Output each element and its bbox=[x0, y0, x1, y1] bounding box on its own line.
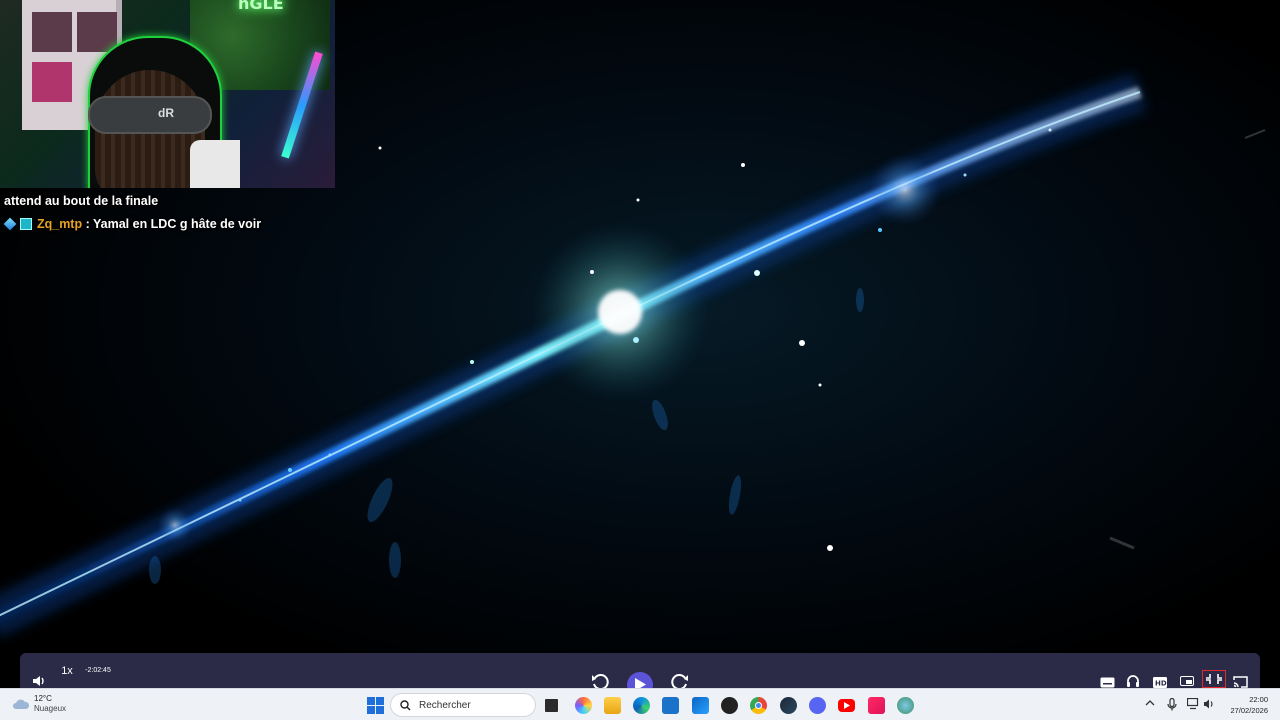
steam-icon[interactable] bbox=[780, 697, 797, 714]
chat-message-text: Yamal en LDC g hâte de voir bbox=[93, 217, 262, 231]
discord-icon[interactable] bbox=[809, 697, 826, 714]
chat-message-text: attend au bout de la finale bbox=[4, 194, 159, 208]
outlook-icon[interactable] bbox=[692, 697, 709, 714]
weather-temperature: 12°C bbox=[34, 694, 52, 703]
system-clock[interactable]: 22:00 27/02/2026 bbox=[1230, 694, 1268, 716]
speaker-icon[interactable] bbox=[1203, 698, 1215, 710]
globe-icon[interactable] bbox=[897, 697, 914, 714]
taskbar-search[interactable]: Rechercher bbox=[390, 693, 536, 717]
headset bbox=[88, 96, 212, 134]
clock-time: 22:00 bbox=[1249, 695, 1268, 704]
audio-icon[interactable] bbox=[1125, 673, 1141, 689]
clock-date: 27/02/2026 bbox=[1230, 706, 1268, 715]
player-controls: 1x -2:02:45 HD bbox=[20, 653, 1260, 698]
windows-start-icon[interactable] bbox=[367, 697, 384, 714]
chat-separator: : bbox=[82, 217, 93, 231]
headset-logo: dR bbox=[158, 106, 174, 120]
neon-sign: nGLE bbox=[238, 0, 284, 13]
badge-icon bbox=[3, 217, 17, 231]
time-remaining: -2:02:45 bbox=[85, 667, 111, 674]
task-view-icon[interactable] bbox=[545, 699, 558, 712]
search-icon bbox=[400, 699, 411, 711]
edge-icon[interactable] bbox=[633, 697, 650, 714]
chat-username[interactable]: Zq_mtp bbox=[37, 217, 82, 231]
taskbar: 12°C Nuageux Rechercher 22:00 27/02/2026 bbox=[0, 688, 1280, 720]
exit-fullscreen-button[interactable] bbox=[1202, 670, 1226, 688]
webcam-overlay: nGLE dR bbox=[0, 0, 335, 188]
tiktok-icon[interactable] bbox=[868, 697, 885, 714]
chat-message: attend au bout de la finale bbox=[4, 194, 158, 208]
svg-text:HD: HD bbox=[1155, 679, 1167, 687]
weather-widget[interactable]: 12°C Nuageux bbox=[12, 694, 66, 714]
exit-fullscreen-icon bbox=[1206, 674, 1222, 684]
search-placeholder: Rechercher bbox=[419, 699, 471, 711]
streamer-shirt bbox=[190, 140, 240, 188]
network-icon[interactable] bbox=[1187, 698, 1200, 710]
weather-description: Nuageux bbox=[34, 704, 67, 713]
microphone-icon[interactable] bbox=[1167, 698, 1177, 711]
playback-speed[interactable]: 1x bbox=[58, 653, 76, 688]
subscriber-badge-icon bbox=[20, 218, 33, 230]
cloud-icon bbox=[13, 699, 30, 709]
obs-icon[interactable] bbox=[721, 697, 738, 714]
pip-icon[interactable] bbox=[1178, 673, 1196, 689]
chevron-up-icon[interactable] bbox=[1145, 698, 1155, 708]
youtube-icon[interactable] bbox=[838, 699, 855, 712]
chat-message: Zq_mtp : Yamal en LDC g hâte de voir bbox=[3, 217, 262, 231]
copilot-icon[interactable] bbox=[575, 697, 592, 714]
file-explorer-icon[interactable] bbox=[604, 697, 621, 714]
store-icon[interactable] bbox=[662, 697, 679, 714]
chrome-icon[interactable] bbox=[750, 697, 767, 714]
